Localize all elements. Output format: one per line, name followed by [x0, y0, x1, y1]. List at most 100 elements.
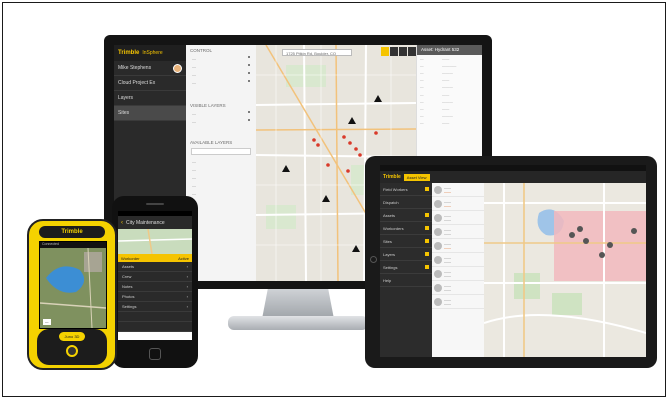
menu-item[interactable]: Assets › [118, 262, 192, 272]
list-item[interactable]: — [186, 62, 256, 70]
avatar [434, 241, 442, 250]
detail-row: — —— [420, 56, 450, 61]
download-tool-button[interactable] [408, 47, 416, 56]
tablet-home-button[interactable] [370, 256, 377, 263]
tab-asset-view[interactable]: Asset View [403, 173, 430, 181]
detail-row: — ——— [420, 114, 453, 119]
list-item[interactable]: — [186, 189, 256, 197]
phone-header: ‹ City Maintenance [118, 216, 192, 229]
list-item[interactable]: — [186, 165, 256, 173]
trimble-logo: Trimble [118, 50, 140, 56]
map-label: — [43, 319, 51, 325]
detail-row: — ———— [420, 63, 457, 68]
sidebar-item-user[interactable]: Mike Stephens [114, 61, 186, 76]
tablet-screen: Trimble Asset View Field Workers Dispatc… [380, 165, 646, 357]
sidebar-item-project[interactable]: Cloud Project Ex [114, 76, 186, 91]
trimble-logo: Trimble [61, 229, 83, 235]
menu-item-empty [118, 312, 192, 322]
handheld-gps-device: Trimble Connected — Juno 3D [27, 219, 117, 370]
pin-tool-button[interactable] [381, 47, 389, 56]
phone-map[interactable] [118, 229, 192, 254]
gps-map-graphic [40, 247, 106, 328]
list-item[interactable]: — [186, 173, 256, 181]
menu-item[interactable]: Photos › [118, 292, 192, 302]
desktop-brand: Trimble InSphere [114, 45, 186, 61]
phone-map-graphic [118, 229, 192, 254]
avatar [434, 199, 442, 208]
list-item[interactable]: —— —— [432, 253, 484, 267]
worker-list: —— —— —— —— —— —— —— —— —— —— —— —— —— —— —— —— … [432, 183, 485, 357]
detail-row: — ——— [420, 99, 453, 104]
detail-row: — —— [420, 92, 450, 97]
list-item[interactable]: — [186, 78, 256, 86]
list-item[interactable]: — [186, 70, 256, 78]
sidebar-item[interactable]: Settings [380, 261, 432, 274]
add-tool-button[interactable] [390, 47, 398, 56]
monitor-stand [262, 289, 334, 319]
section-visible-layers: VISIBLE LAYERS [190, 103, 226, 108]
menu-item[interactable]: Settings › [118, 302, 192, 312]
sidebar-item-layers[interactable]: Layers [114, 91, 186, 106]
sidebar-item[interactable]: Assets [380, 209, 432, 222]
sidebar-item[interactable]: Workorders [380, 222, 432, 235]
avatar [434, 255, 442, 264]
filter-input[interactable] [191, 148, 251, 155]
sidebar-item[interactable]: Field Workers [380, 183, 432, 196]
phone-screen: ‹ City Maintenance Workorder Active Asse… [118, 211, 192, 340]
tablet-device: Trimble Asset View Field Workers Dispatc… [365, 156, 657, 368]
list-item[interactable]: — [186, 109, 256, 117]
product-name: InSphere [142, 50, 163, 56]
list-item[interactable]: —— —— [432, 267, 484, 281]
phone-home-button[interactable] [149, 348, 161, 360]
avatar [173, 63, 182, 73]
gps-map[interactable]: — [40, 247, 106, 328]
avatar [434, 227, 442, 236]
menu-item-empty [118, 322, 192, 332]
list-item[interactable]: — [186, 181, 256, 189]
avatar [434, 297, 442, 306]
menu-item[interactable]: Crew › [118, 272, 192, 282]
list-item[interactable]: —— —— [432, 197, 484, 211]
list-item[interactable]: —— —— [432, 239, 484, 253]
detail-header: Asset: Hydrant 532 [417, 45, 482, 55]
address-search-input[interactable]: 1725 Pitkin Rd, Boulder, CO [282, 49, 352, 56]
page-title: City Maintenance [126, 219, 165, 226]
detail-row: — —— [420, 106, 450, 111]
detail-row: — ——— [420, 70, 453, 75]
menu-item[interactable]: Notes › [118, 282, 192, 292]
list-item[interactable]: —— —— [432, 183, 484, 197]
sidebar-item[interactable]: Help [380, 274, 432, 287]
avatar [434, 269, 442, 278]
detail-row: — ——— [420, 85, 453, 90]
gps-action-button[interactable]: Juno 3D [59, 332, 85, 341]
phone-speaker [146, 203, 164, 205]
list-item[interactable]: — [186, 54, 256, 62]
tablet-map-graphic [484, 183, 646, 357]
workorder-bar[interactable]: Workorder Active [118, 254, 192, 262]
back-arrow-icon[interactable]: ‹ [121, 220, 123, 226]
dpad-button[interactable] [66, 345, 78, 357]
detail-row: — —— [420, 78, 450, 83]
monitor-stand-base [228, 316, 368, 330]
avatar [434, 185, 442, 194]
detail-row: — —— [420, 121, 450, 126]
sidebar-item-sites[interactable]: Sites [114, 106, 186, 121]
list-item[interactable]: — [186, 157, 256, 165]
list-item[interactable]: — [186, 117, 256, 125]
gps-keypad: Juno 3D [37, 329, 107, 365]
tablet-map[interactable] [484, 183, 646, 357]
map-toolbar [381, 47, 416, 56]
list-item[interactable]: —— —— [432, 211, 484, 225]
sidebar-item[interactable]: Sites [380, 235, 432, 248]
layers-tool-button[interactable] [399, 47, 407, 56]
list-item[interactable]: —— —— [432, 281, 484, 295]
tablet-header: Trimble Asset View [380, 171, 646, 183]
trimble-logo: Trimble [383, 174, 401, 180]
sidebar-item[interactable]: Layers [380, 248, 432, 261]
sidebar-item[interactable]: Dispatch [380, 196, 432, 209]
list-item[interactable]: —— —— [432, 295, 484, 309]
gps-screen: Connected — [39, 241, 107, 329]
gps-header: Trimble [39, 226, 105, 238]
tablet-sidebar: Field Workers Dispatch Assets Workorders… [380, 183, 432, 357]
list-item[interactable]: —— —— [432, 225, 484, 239]
